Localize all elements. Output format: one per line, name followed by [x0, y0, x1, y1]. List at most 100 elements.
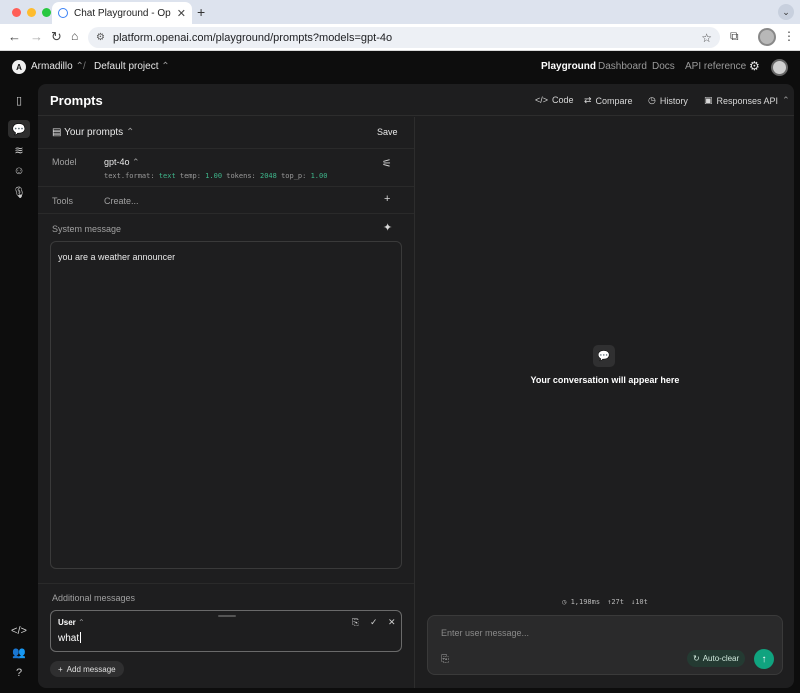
your-prompts-label: Your prompts [64, 127, 124, 138]
browser-profile-avatar[interactable] [758, 28, 776, 46]
minimize-window-button[interactable] [27, 8, 36, 17]
param-temp-value: 1.00 [205, 172, 223, 180]
conversation-pane: 💬 Your conversation will appear here ◷ 1… [416, 117, 794, 688]
back-arrow-icon[interactable]: ← [8, 29, 21, 44]
bookmark-star-icon[interactable]: ☆ [701, 31, 712, 45]
microphone-icon[interactable]: 🎙 [8, 183, 30, 201]
model-name: gpt-4o [104, 157, 130, 167]
divider [38, 583, 414, 584]
openai-favicon-icon [58, 8, 68, 18]
help-icon[interactable]: ? [8, 664, 30, 682]
audio-waveform-icon[interactable]: ≋ [8, 141, 30, 159]
maximize-window-button[interactable] [42, 8, 51, 17]
message-input[interactable]: what [58, 632, 82, 644]
plus-icon: + [58, 664, 63, 674]
param-temp-key: temp: [179, 172, 201, 180]
add-message-label: Add message [66, 664, 116, 674]
project-switcher[interactable]: Default project ⌃ [94, 61, 170, 72]
chevron-updown-icon: ⌃ [125, 127, 135, 138]
user-message-card[interactable]: User ⌃ what ⎘ ✓ ✕ [50, 610, 402, 652]
compare-button[interactable]: ⇄ Compare [584, 95, 633, 106]
code-button[interactable]: </> Code [535, 95, 574, 105]
extensions-icon[interactable]: ⧉ [730, 29, 739, 44]
compare-icon: ⇄ [584, 95, 592, 105]
browser-tab[interactable]: Chat Playground - OpenAI API ✕ [52, 2, 192, 24]
nav-docs[interactable]: Docs [652, 61, 675, 72]
send-button[interactable]: ↑ [754, 649, 774, 669]
browser-tab-bar: Chat Playground - OpenAI API ✕ + ⌄ [0, 0, 800, 24]
assistants-icon[interactable]: ☺ [8, 162, 30, 180]
usage-stats: ◷ 1,198ms ↑27t ↓10t [416, 598, 794, 606]
project-name: Default project [94, 61, 159, 72]
message-text: what [58, 633, 80, 644]
output-tokens-value: 10t [635, 598, 648, 606]
nav-api-reference[interactable]: API reference [685, 61, 746, 72]
system-message-field[interactable]: you are a weather announcer [50, 241, 402, 569]
workspace-name: Armadillo [31, 61, 73, 72]
chat-icon[interactable]: 💬 [8, 120, 30, 138]
add-tool-plus-icon[interactable]: + [384, 193, 390, 205]
nav-playground[interactable]: Playground [541, 61, 596, 72]
page-title: Prompts [50, 93, 103, 108]
site-settings-icon[interactable]: ⚙ [96, 32, 105, 43]
attach-paperclip-icon[interactable]: ⎘ [352, 617, 359, 628]
code-icon[interactable]: </> [8, 622, 30, 640]
message-composer[interactable]: Enter user message... ⎘ ↻ Auto-clear ↑ [427, 615, 783, 675]
param-format-key: text.format: [104, 172, 155, 180]
url-text: platform.openai.com/playground/prompts?m… [112, 31, 393, 44]
generate-sparkle-icon[interactable]: ✦ [383, 221, 392, 234]
your-prompts-dropdown[interactable]: ▤ Your prompts ⌃ [52, 127, 134, 138]
history-label: History [659, 95, 688, 106]
param-tokens-key: tokens: [226, 172, 256, 180]
system-message-text: you are a weather announcer [58, 252, 176, 262]
code-brackets-icon: </> [535, 95, 549, 105]
prompt-editor: ▤ Your prompts ⌃ Save Model gpt-4o ⌃ tex… [38, 117, 415, 688]
team-icon[interactable]: 👥 [8, 643, 30, 661]
code-label: Code [552, 95, 574, 105]
history-button[interactable]: ◷ History [648, 95, 688, 106]
confirm-check-icon[interactable]: ✓ [370, 617, 378, 628]
reload-icon[interactable]: ↻ [51, 29, 62, 45]
composer-input[interactable]: Enter user message... [441, 628, 529, 638]
home-icon[interactable]: ⌂ [71, 29, 78, 43]
add-message-button[interactable]: + Add message [50, 661, 124, 677]
model-selector[interactable]: gpt-4o ⌃ [104, 157, 140, 168]
role-selector[interactable]: User ⌃ [58, 618, 85, 627]
user-avatar[interactable] [771, 59, 788, 76]
browser-menu-icon[interactable]: ⋮ [783, 29, 795, 43]
close-window-button[interactable] [12, 8, 21, 17]
model-settings-sliders-icon[interactable]: ⚟ [382, 157, 392, 170]
chevron-updown-icon: ⌃ [78, 618, 85, 627]
chevron-updown-icon: ⌃ [161, 61, 170, 72]
chat-bubble-icon: 💬 [593, 345, 615, 367]
prompt-toolbar-row: ▤ Your prompts ⌃ Save [38, 117, 414, 149]
tab-close-icon[interactable]: ✕ [177, 7, 186, 20]
refresh-icon: ↻ [693, 654, 700, 663]
tools-row: Tools Create... + [38, 187, 414, 214]
text-cursor [80, 632, 82, 643]
settings-gear-icon[interactable]: ⚙ [749, 59, 760, 73]
create-tool-link[interactable]: Create... [104, 196, 139, 206]
nav-dashboard[interactable]: Dashboard [598, 61, 647, 72]
param-tokens-value: 2048 [259, 172, 277, 180]
delete-x-icon[interactable]: ✕ [388, 617, 396, 628]
workspace-switcher[interactable]: Armadillo ⌃ [31, 61, 84, 72]
api-window-icon: ▣ [704, 95, 713, 105]
attach-paperclip-icon[interactable]: ⎘ [441, 654, 449, 665]
forward-arrow-icon[interactable]: → [30, 29, 43, 44]
empty-state-text: Your conversation will appear here [530, 375, 680, 385]
latency-value: 1,198ms [570, 598, 601, 606]
responses-api-dropdown[interactable]: ▣ Responses API ⌃ [704, 95, 790, 106]
output-tokens-stat: ↓10t [631, 598, 648, 606]
new-tab-button[interactable]: + [197, 4, 205, 20]
tab-search-chevron-icon[interactable]: ⌄ [778, 4, 794, 20]
drag-handle[interactable] [218, 615, 236, 617]
model-params: text.format: text temp: 1.00 tokens: 204… [104, 172, 327, 180]
workspace-avatar[interactable]: A [12, 60, 26, 74]
compare-label: Compare [595, 95, 633, 106]
toggle-sidebar-icon[interactable]: ▯ [8, 91, 30, 109]
additional-messages-label: Additional messages [52, 593, 136, 603]
auto-clear-toggle[interactable]: ↻ Auto-clear [687, 650, 746, 667]
address-bar[interactable]: ⚙ platform.openai.com/playground/prompts… [88, 27, 720, 48]
save-button[interactable]: Save [377, 127, 398, 137]
